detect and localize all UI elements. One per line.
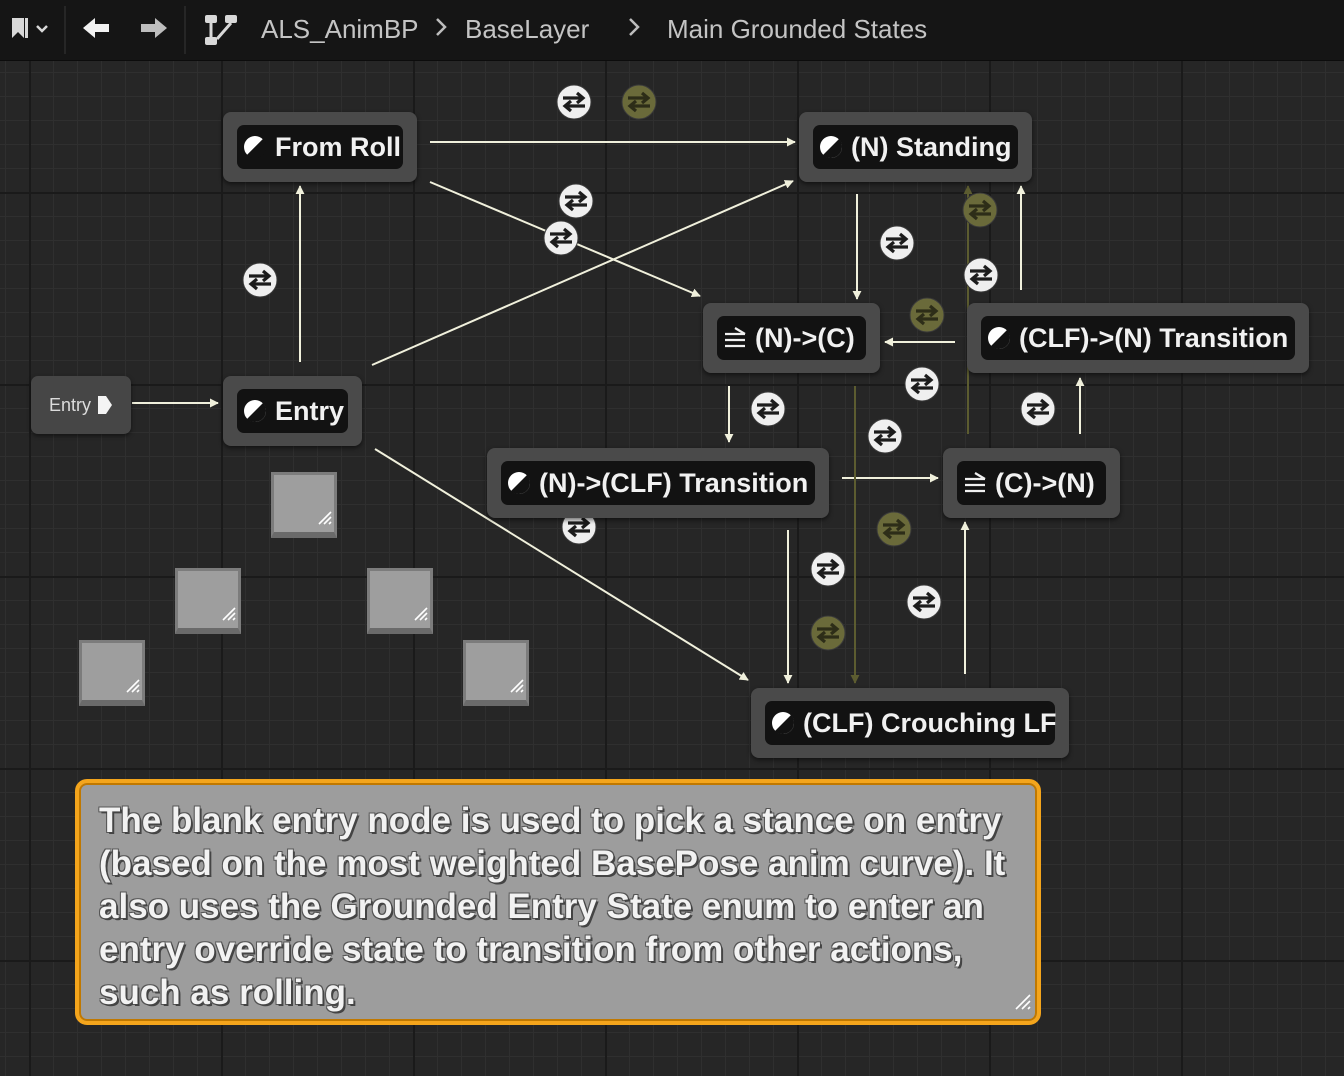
transition-rule-icon[interactable] (905, 583, 943, 621)
blend-lines-icon (723, 326, 747, 350)
state-icon (507, 471, 531, 495)
state-node-n-standing[interactable]: (N) Standing (799, 112, 1032, 182)
state-icon (771, 711, 795, 735)
transition-rule-icon[interactable] (555, 83, 593, 121)
transition-rule-icon[interactable] (809, 550, 847, 588)
transition-rule-inactive-icon[interactable] (961, 191, 999, 229)
transition-rule-inactive-icon[interactable] (809, 614, 847, 652)
blank-state-node[interactable] (367, 568, 433, 634)
state-icon (243, 399, 267, 423)
blend-lines-icon (963, 471, 987, 495)
resize-grip-icon[interactable] (124, 677, 140, 698)
resize-grip-icon[interactable] (508, 677, 524, 698)
resize-grip-icon[interactable] (412, 605, 428, 626)
transition-rule-icon[interactable] (542, 219, 580, 257)
transition-rule-icon[interactable] (878, 224, 916, 262)
transition-rule-icon[interactable] (903, 365, 941, 403)
conduit-node-c-to-n[interactable]: (C)->(N) (943, 448, 1120, 518)
comment-box[interactable]: The blank entry node is used to pick a s… (75, 779, 1041, 1025)
transition-rule-icon[interactable] (749, 390, 787, 428)
state-icon (243, 135, 267, 159)
transition-rule-inactive-icon[interactable] (875, 510, 913, 548)
state-node-from-roll[interactable]: From Roll (223, 112, 417, 182)
state-label: (N) Standing (851, 131, 1012, 162)
entry-pin-label: Entry (48, 394, 91, 415)
transition-rule-icon[interactable] (866, 417, 904, 455)
entry-pin-node[interactable]: Entry (31, 376, 131, 434)
state-label: (CLF)->(N) Transition (1019, 322, 1289, 353)
blank-state-node[interactable] (271, 472, 337, 538)
state-icon (987, 326, 1011, 350)
state-node-clf-crouching-lf[interactable]: (CLF) Crouching LF (751, 688, 1069, 758)
transition-rule-icon[interactable] (1019, 390, 1057, 428)
blank-state-node[interactable] (463, 640, 529, 706)
resize-grip-icon[interactable] (1013, 992, 1031, 1015)
transition-rule-inactive-icon[interactable] (908, 296, 946, 334)
state-node-n-to-clf-transition[interactable]: (N)->(CLF) Transition (487, 448, 829, 518)
entry-exec-arrow-icon (97, 395, 113, 415)
state-label: (CLF) Crouching LF (803, 707, 1057, 738)
state-label: (C)->(N) (995, 467, 1095, 498)
state-node-clf-to-n-transition[interactable]: (CLF)->(N) Transition (967, 303, 1309, 373)
blank-state-node[interactable] (175, 568, 241, 634)
state-label: (N)->(C) (755, 322, 855, 353)
state-icon (819, 135, 843, 159)
state-label: Entry (275, 395, 345, 426)
resize-grip-icon[interactable] (220, 605, 236, 626)
transition-rule-icon[interactable] (557, 182, 595, 220)
state-label: From Roll (275, 131, 401, 162)
state-node-entry[interactable]: Entry (223, 376, 362, 446)
state-label: (N)->(CLF) Transition (539, 467, 809, 498)
transition-rule-icon[interactable] (241, 261, 279, 299)
blank-state-node[interactable] (79, 640, 145, 706)
resize-grip-icon[interactable] (316, 509, 332, 530)
conduit-node-n-to-c[interactable]: (N)->(C) (703, 303, 880, 373)
transition-rule-inactive-icon[interactable] (620, 83, 658, 121)
comment-text: The blank entry node is used to pick a s… (99, 801, 1006, 1012)
transition-rule-icon[interactable] (962, 256, 1000, 294)
